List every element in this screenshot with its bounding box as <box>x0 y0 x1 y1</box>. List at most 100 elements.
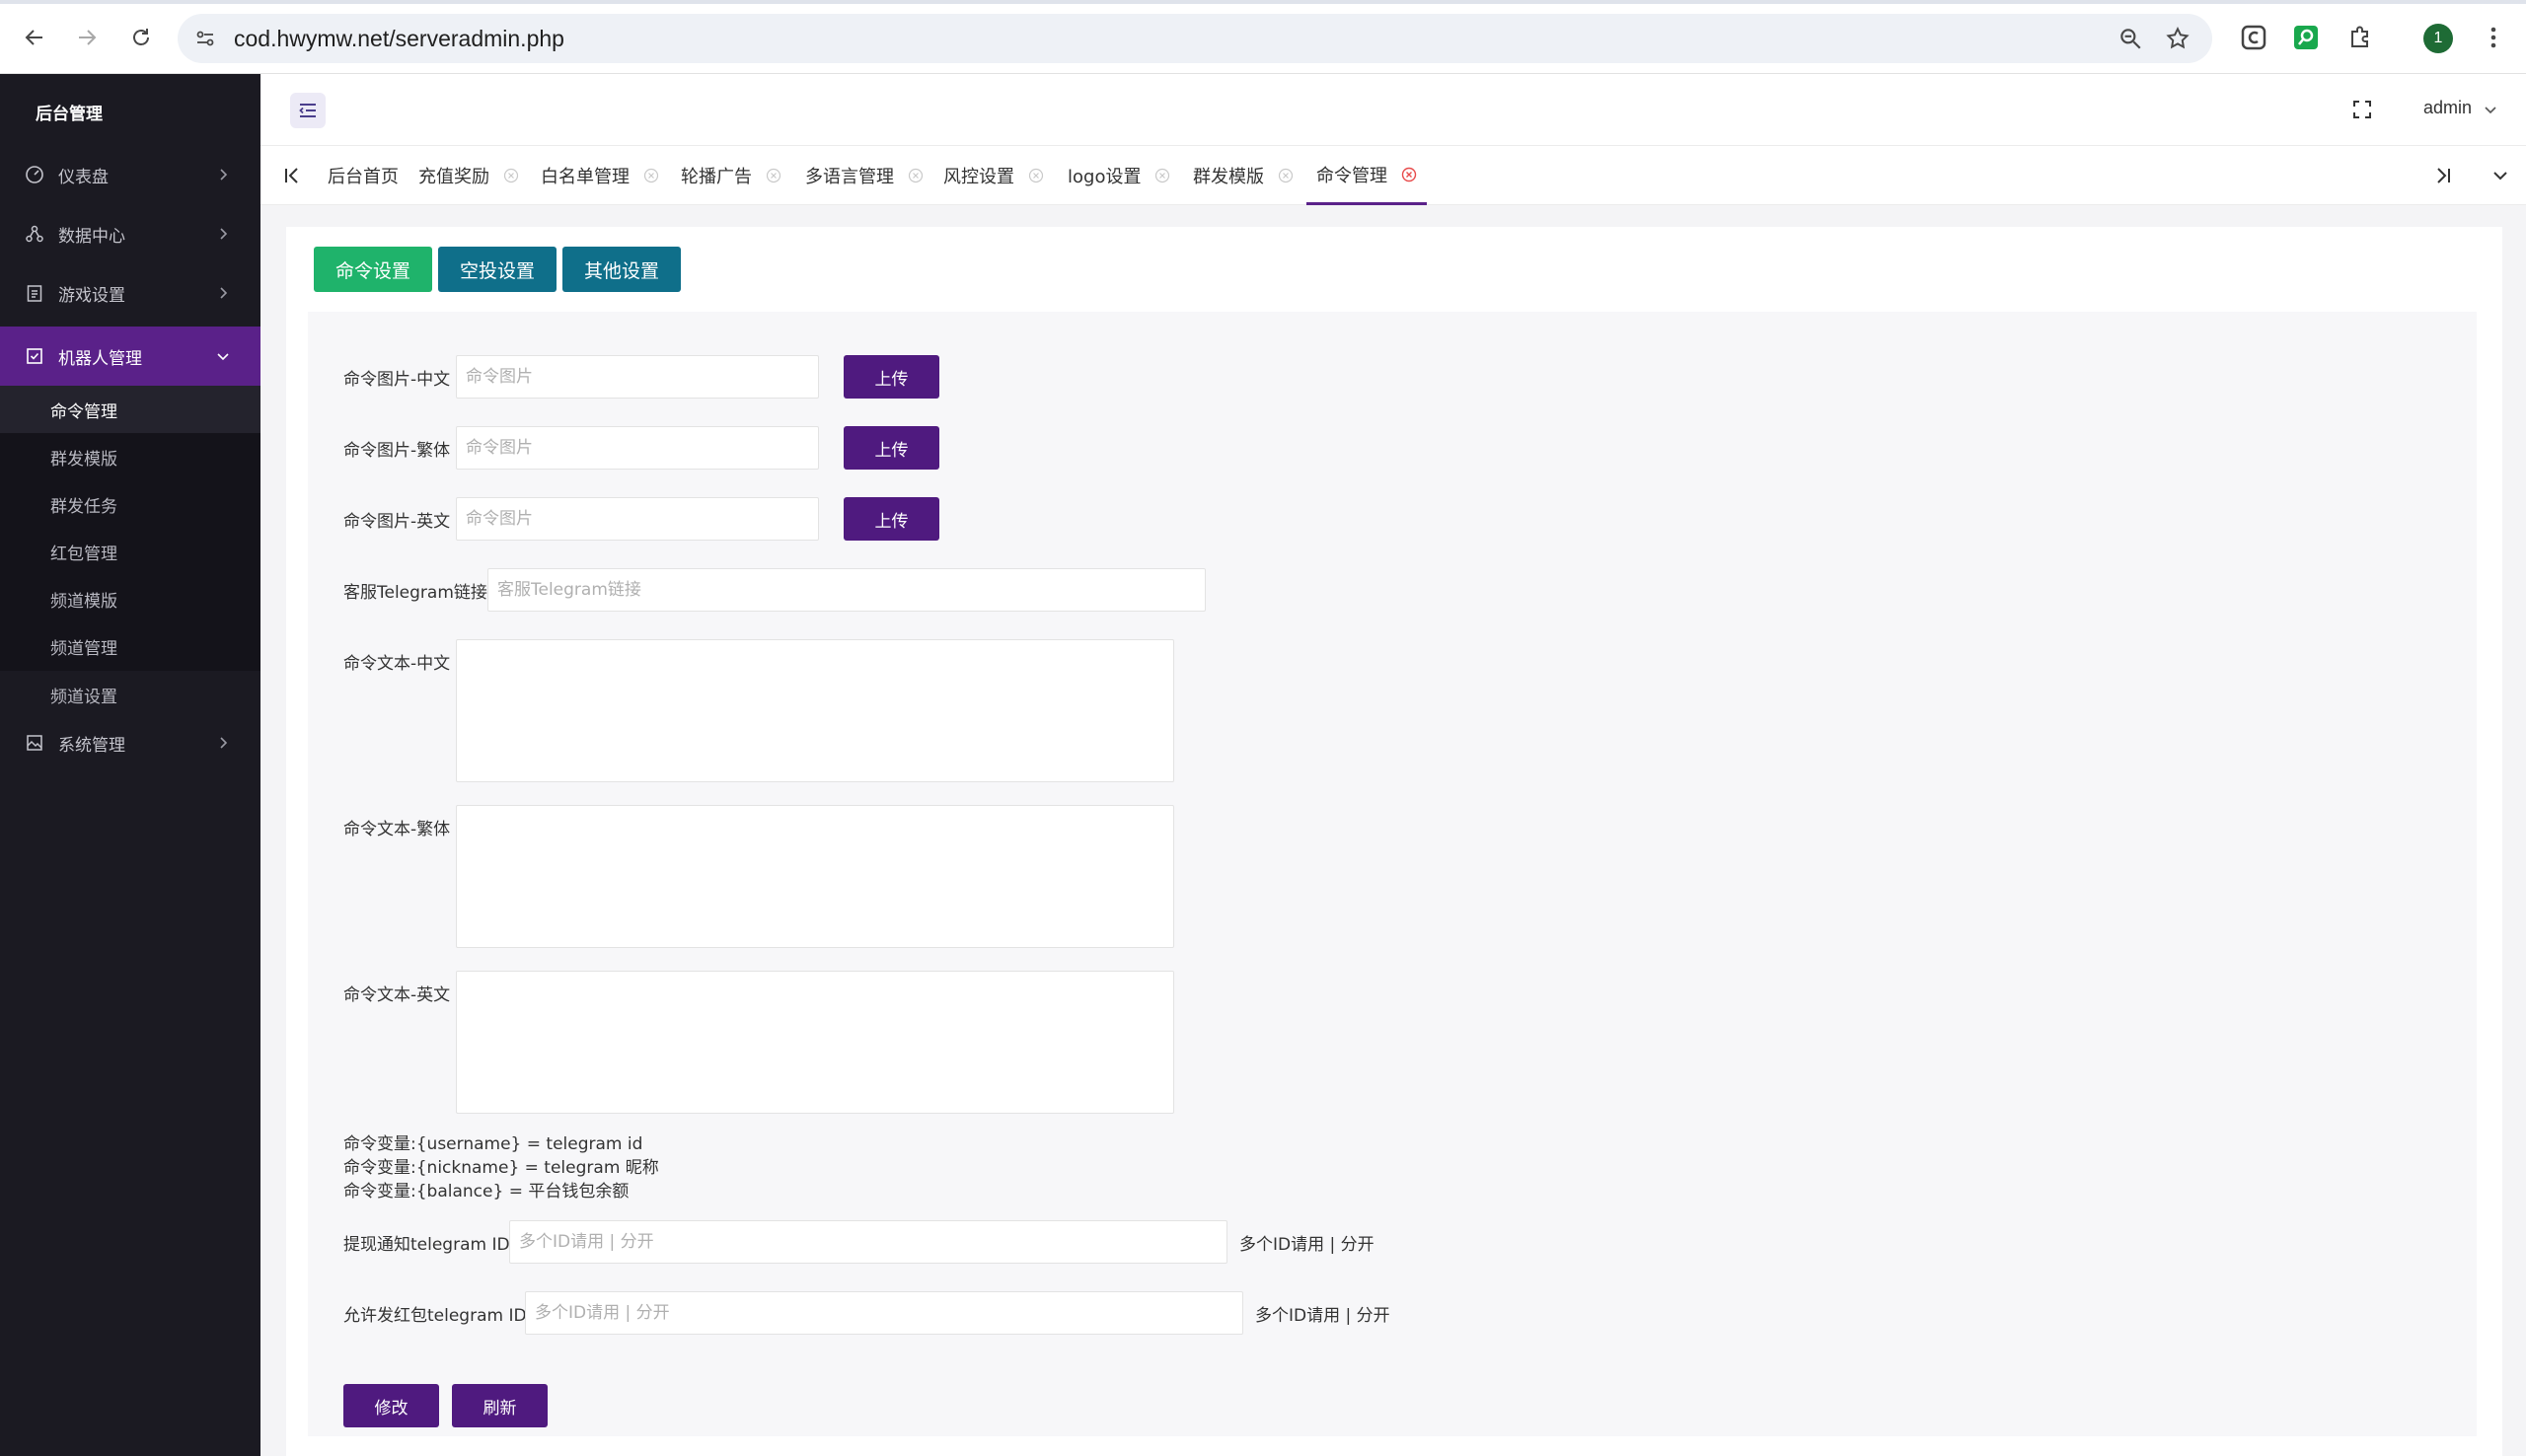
sidebar-item-system-management[interactable]: 系统管理 <box>0 713 260 772</box>
tab-label: 风控设置 <box>943 167 1014 187</box>
close-circle-icon[interactable] <box>1401 167 1417 182</box>
back-arrow-icon <box>25 30 42 45</box>
text-tw-label: 命令文本-繁体 <box>343 820 451 839</box>
image-cn-input[interactable]: 命令图片 <box>456 355 819 399</box>
sidebar-item-dashboard[interactable]: 仪表盘 <box>0 145 260 204</box>
text-tw-textarea[interactable] <box>456 805 1174 948</box>
other-settings-tab-button[interactable]: 其他设置 <box>562 247 681 292</box>
reload-icon <box>133 29 149 45</box>
close-circle-icon[interactable] <box>1028 168 1044 183</box>
sidebar-subitem-command-management[interactable]: 命令管理 <box>0 386 260 433</box>
tab-strip-edge <box>0 0 2526 4</box>
sidebar-subitem-broadcast-template[interactable]: 群发模版 <box>0 433 260 480</box>
text-cn-textarea[interactable] <box>456 639 1174 782</box>
zoom-icon[interactable] <box>2117 26 2143 51</box>
menu-fold-icon <box>299 104 316 117</box>
hierarchy-icon <box>26 225 43 243</box>
sidebar-item-robot-management[interactable]: 机器人管理 <box>0 327 260 386</box>
redpacket-allow-label: 允许发红包telegram ID <box>343 1306 527 1326</box>
sidebar-subitem-channel-management[interactable]: 频道管理 <box>0 622 260 670</box>
reload-button[interactable] <box>123 20 159 55</box>
tab-label: 白名单管理 <box>541 167 630 187</box>
tab-label: 群发模版 <box>1193 167 1264 187</box>
back-button[interactable] <box>17 20 52 55</box>
tab-command-management[interactable]: 命令管理 <box>1306 146 1427 205</box>
user-menu[interactable]: admin <box>2423 98 2472 118</box>
sidebar-subitem-label: 频道模版 <box>50 591 117 612</box>
text-en-label: 命令文本-英文 <box>343 985 451 1005</box>
sidebar-subitem-label: 群发模版 <box>50 449 117 470</box>
close-circle-icon[interactable] <box>766 168 781 183</box>
sidebar-subitem-broadcast-task[interactable]: 群发任务 <box>0 480 260 528</box>
image-tw-input[interactable]: 命令图片 <box>456 426 819 470</box>
sidebar-toggle-button[interactable] <box>290 93 326 128</box>
tab-label: 后台首页 <box>328 167 399 187</box>
upload-image-en-button[interactable]: 上传 <box>844 497 939 541</box>
redpacket-allow-input[interactable]: 多个ID请用 | 分开 <box>525 1291 1243 1335</box>
tab-label: logo设置 <box>1068 167 1142 187</box>
tabs-dropdown-icon[interactable] <box>2489 164 2512 187</box>
bookmark-star-icon[interactable] <box>2165 26 2191 51</box>
telegram-link-input[interactable]: 客服Telegram链接 <box>487 568 1206 612</box>
image-cn-label: 命令图片-中文 <box>343 370 451 390</box>
extensions-puzzle-icon[interactable] <box>2346 24 2374 51</box>
sidebar-item-label: 机器人管理 <box>58 348 142 369</box>
image-icon <box>27 735 42 751</box>
tab-risk-control[interactable]: 风控设置 <box>943 146 1044 205</box>
url-text[interactable]: cod.hwymw.net/serveradmin.php <box>234 26 564 52</box>
variable-username-note: 命令变量:{username} = telegram id <box>343 1134 643 1154</box>
tabs-scroll-left-icon[interactable] <box>280 164 304 187</box>
modify-button[interactable]: 修改 <box>343 1384 439 1427</box>
tab-multilanguage[interactable]: 多语言管理 <box>805 146 924 205</box>
tab-broadcast-template[interactable]: 群发模版 <box>1193 146 1294 205</box>
sidebar-item-game-settings[interactable]: 游戏设置 <box>0 263 260 323</box>
chevron-down-icon[interactable] <box>2483 102 2498 117</box>
tab-home[interactable]: 后台首页 <box>328 146 399 205</box>
close-circle-icon[interactable] <box>1278 168 1294 183</box>
sidebar-subitem-channel-settings[interactable]: 频道设置 <box>0 671 260 718</box>
chevron-right-icon <box>220 169 228 181</box>
sidebar-item-label: 游戏设置 <box>58 285 125 306</box>
forward-arrow-icon <box>79 30 97 45</box>
close-circle-icon[interactable] <box>1154 168 1170 183</box>
close-circle-icon[interactable] <box>643 168 659 183</box>
image-en-label: 命令图片-英文 <box>343 512 451 532</box>
withdraw-notify-input[interactable]: 多个ID请用 | 分开 <box>509 1220 1227 1264</box>
command-settings-tab-button[interactable]: 命令设置 <box>314 247 432 292</box>
text-en-textarea[interactable] <box>456 971 1174 1114</box>
sidebar-item-data-center[interactable]: 数据中心 <box>0 204 260 263</box>
tab-whitelist[interactable]: 白名单管理 <box>541 146 659 205</box>
fullscreen-icon[interactable] <box>2350 98 2374 121</box>
sidebar-subitem-red-packet[interactable]: 红包管理 <box>0 528 260 575</box>
sidebar-brand: 后台管理 <box>36 105 103 124</box>
close-circle-icon[interactable] <box>908 168 924 183</box>
image-en-input[interactable]: 命令图片 <box>456 497 819 541</box>
tab-logo-settings[interactable]: logo设置 <box>1068 146 1170 205</box>
tab-recharge-reward[interactable]: 充值奖励 <box>418 146 519 205</box>
gauge-icon <box>26 166 43 183</box>
close-circle-icon[interactable] <box>503 168 519 183</box>
tabs-scroll-right-icon[interactable] <box>2431 164 2455 187</box>
profile-avatar[interactable]: 1 <box>2423 24 2453 53</box>
clipboard-icon <box>27 285 42 302</box>
refresh-button[interactable]: 刷新 <box>452 1384 548 1427</box>
top-header: admin <box>260 74 2526 146</box>
browser-menu-icon[interactable] <box>2481 24 2506 51</box>
tab-label: 轮播广告 <box>681 167 752 187</box>
forward-button[interactable] <box>69 20 105 55</box>
site-settings-icon[interactable] <box>193 27 217 50</box>
upload-image-cn-button[interactable]: 上传 <box>844 355 939 399</box>
airdrop-settings-tab-button[interactable]: 空投设置 <box>438 247 557 292</box>
tab-carousel-ads[interactable]: 轮播广告 <box>681 146 781 205</box>
address-bar[interactable]: cod.hwymw.net/serveradmin.php <box>178 14 2212 63</box>
sidebar: 后台管理 仪表盘 数据中心 游戏设置 机器人管理 命令管理 群发模版 群发任务 … <box>0 74 260 1456</box>
extension-search-icon[interactable] <box>2292 24 2320 51</box>
sidebar-subitem-channel-template[interactable]: 频道模版 <box>0 575 260 622</box>
chevron-down-icon <box>217 353 229 361</box>
sidebar-subitem-label: 频道管理 <box>50 638 117 659</box>
sidebar-subitem-label: 红包管理 <box>50 544 117 564</box>
tab-label: 充值奖励 <box>418 167 489 187</box>
extension-c-icon[interactable] <box>2240 24 2267 51</box>
browser-toolbar: cod.hwymw.net/serveradmin.php 1 <box>0 0 2526 74</box>
upload-image-tw-button[interactable]: 上传 <box>844 426 939 470</box>
